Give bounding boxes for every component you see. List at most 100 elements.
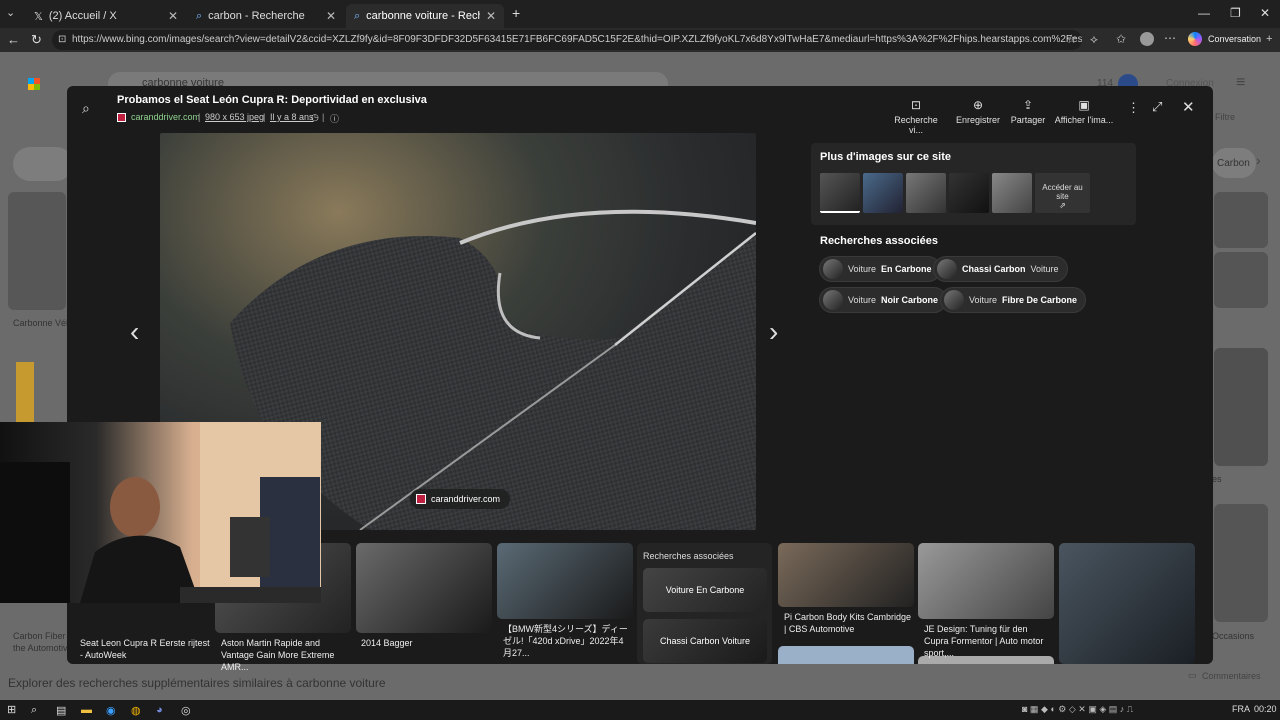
share-button[interactable]: ⇪ Partager bbox=[998, 98, 1058, 125]
watermark-text: caranddriver.com bbox=[431, 494, 501, 504]
profile-avatar[interactable] bbox=[1140, 32, 1154, 46]
copilot-icon[interactable] bbox=[1188, 32, 1202, 46]
favorite-star-icon[interactable]: ☆ bbox=[1066, 32, 1077, 46]
edge-icon[interactable]: ◉ bbox=[106, 704, 116, 717]
comments-icon[interactable]: ▭ bbox=[1188, 670, 1197, 681]
related-chip[interactable]: Chassi Carbon Voiture bbox=[933, 256, 1068, 282]
tab-list-icon[interactable]: ⌄ bbox=[6, 6, 15, 19]
left-bottom-caption-1: Carbon Fiber L bbox=[13, 631, 74, 641]
favorites-icon[interactable]: ✩ bbox=[1116, 32, 1126, 46]
view-image-button[interactable]: ▣ Afficher l'ima... bbox=[1054, 98, 1114, 125]
visual-search-button[interactable]: ⊡ Recherche vi... bbox=[886, 98, 946, 135]
grid-image-6[interactable] bbox=[918, 543, 1054, 619]
related-chip[interactable]: Voiture En Carbone bbox=[819, 256, 941, 282]
language-indicator[interactable]: FRA bbox=[1232, 704, 1250, 714]
expand-icon[interactable]: ⤢ bbox=[1152, 99, 1162, 115]
obs-icon[interactable]: ◎ bbox=[181, 704, 191, 717]
site-thumb-2[interactable] bbox=[863, 173, 903, 213]
grid-image-5[interactable] bbox=[778, 543, 914, 607]
grid-caption[interactable]: Seat Leon Cupra R Eerste rijtest - AutoW… bbox=[80, 637, 210, 661]
image-watermark[interactable]: caranddriver.com bbox=[410, 489, 511, 509]
clock[interactable]: 00:20 bbox=[1254, 704, 1277, 714]
source-link[interactable]: caranddriver.com bbox=[131, 112, 200, 122]
tray-icons[interactable]: ◙ ▦ ◆ ◐ ⚙ ◇ ✕ ▣ ◈ ▤ ♪ ⎍ bbox=[1022, 704, 1133, 715]
image-title[interactable]: Probamos el Seat León Cupra R: Deportivi… bbox=[117, 94, 427, 106]
chrome-icon[interactable]: ◍ bbox=[131, 704, 141, 717]
tab-x[interactable]: 𝕏 (2) Accueil / X ✕ bbox=[26, 4, 186, 28]
prev-image-chevron-icon[interactable]: ‹ bbox=[130, 316, 139, 348]
related-chip[interactable]: Voiture Noir Carbone bbox=[819, 287, 948, 313]
webcam-overlay bbox=[0, 422, 321, 603]
close-window-button[interactable]: ✕ bbox=[1260, 6, 1270, 20]
discord-icon[interactable]: ◕ bbox=[156, 704, 163, 716]
site-thumb-1[interactable] bbox=[820, 173, 860, 213]
chip-thumb bbox=[937, 259, 957, 279]
right-thumb-1[interactable] bbox=[1214, 192, 1268, 248]
watermark-favicon bbox=[416, 494, 426, 504]
grid-image-4[interactable] bbox=[497, 543, 633, 619]
right-chip[interactable]: Carbon bbox=[1212, 148, 1256, 178]
back-button[interactable]: ← bbox=[7, 32, 20, 47]
related-card-item[interactable]: Voiture En Carbone bbox=[643, 568, 767, 612]
external-link-icon: ⇗ bbox=[1059, 201, 1066, 210]
windows-start-icon[interactable]: ⊞ bbox=[7, 703, 16, 716]
more-menu-icon[interactable]: ⋯ bbox=[1164, 31, 1176, 45]
grid-image-7[interactable] bbox=[1059, 543, 1195, 664]
grid-caption[interactable]: JE Design: Tuning für den Cupra Formento… bbox=[924, 623, 1054, 659]
right-thumb-2[interactable] bbox=[1214, 252, 1268, 308]
close-modal-icon[interactable]: ✕ bbox=[1182, 98, 1195, 116]
search-icon[interactable]: ⌕ bbox=[31, 704, 37, 717]
chevron-right-icon[interactable]: › bbox=[1256, 152, 1261, 168]
comments-link[interactable]: Commentaires bbox=[1202, 671, 1261, 681]
maximize-button[interactable]: ❐ bbox=[1230, 6, 1241, 20]
url-field[interactable]: ⊡ https://www.bing.com/images/search?vie… bbox=[52, 30, 1082, 50]
grid-caption[interactable]: 2014 Bagger bbox=[361, 637, 491, 649]
conversation-label[interactable]: Conversation bbox=[1208, 34, 1261, 44]
site-thumb-5[interactable] bbox=[992, 173, 1032, 213]
more-options-icon[interactable]: ⋮ bbox=[1127, 100, 1140, 116]
image-size[interactable]: 980 x 653 jpeg bbox=[205, 112, 264, 122]
refresh-button[interactable]: ↻ bbox=[31, 32, 42, 48]
tab-label: carbonne voiture - Recherche Ima bbox=[366, 10, 480, 22]
close-icon[interactable]: ✕ bbox=[486, 9, 496, 23]
extensions-icon[interactable]: ⟡ bbox=[1090, 32, 1098, 47]
grid-caption[interactable]: 【BMW新型4シリーズ】ディーゼル!「420d xDrive」2022年4月27… bbox=[503, 623, 631, 659]
webcam-person-illustration bbox=[0, 422, 321, 603]
lens-icon: ⊡ bbox=[910, 98, 922, 112]
site-thumb-4[interactable] bbox=[949, 173, 989, 213]
site-thumb-3[interactable] bbox=[906, 173, 946, 213]
close-icon[interactable]: ✕ bbox=[168, 9, 178, 23]
visit-site-button[interactable]: Accéder au site ⇗ bbox=[1035, 173, 1090, 213]
related-chip[interactable]: Voiture Fibre De Carbone bbox=[940, 287, 1087, 313]
left-thumb[interactable] bbox=[8, 192, 66, 310]
left-bottom-caption-2: the Automotiv bbox=[13, 643, 68, 653]
right-thumb-3[interactable] bbox=[1214, 348, 1268, 466]
widgets-icon[interactable]: ▤ bbox=[56, 704, 66, 717]
hamburger-menu-icon[interactable]: ≡ bbox=[1236, 74, 1245, 92]
minimize-button[interactable]: — bbox=[1198, 6, 1210, 20]
grid-image-3[interactable] bbox=[356, 543, 492, 633]
file-explorer-icon[interactable]: ▬ bbox=[81, 704, 92, 716]
new-tab-button[interactable]: + bbox=[512, 5, 520, 21]
tab-label: carbon - Recherche bbox=[208, 10, 305, 22]
left-chip[interactable] bbox=[13, 147, 73, 181]
filter-button[interactable]: Filtre bbox=[1215, 112, 1235, 122]
right-thumb-4[interactable] bbox=[1214, 504, 1268, 622]
tab-carbon[interactable]: ⌕ carbon - Recherche ✕ bbox=[188, 4, 344, 28]
next-image-chevron-icon[interactable]: › bbox=[769, 316, 778, 348]
chip-thumb bbox=[823, 259, 843, 279]
taskbar: ⊞ ⌕ ▤ ▬ ◉ ◍ ◕ ◎ ◙ ▦ ◆ ◐ ⚙ ◇ ✕ ▣ ◈ ▤ ♪ ⎍ … bbox=[0, 700, 1280, 720]
tab-carbonne-voiture[interactable]: ⌕ carbonne voiture - Recherche Ima ✕ bbox=[346, 4, 504, 28]
grid-caption[interactable]: Aston Martin Rapide and Vantage Gain Mor… bbox=[221, 637, 351, 673]
related-card-item[interactable]: Chassi Carbon Voiture bbox=[643, 619, 767, 663]
close-icon[interactable]: ✕ bbox=[326, 9, 336, 23]
info-icon[interactable]: ⓘ bbox=[330, 112, 339, 125]
related-searches-title: Recherches associées bbox=[820, 235, 939, 247]
meta-separator: | bbox=[263, 112, 266, 122]
grid-image-8[interactable] bbox=[778, 646, 914, 664]
image-age[interactable]: Il y a 8 ans bbox=[270, 112, 314, 122]
grid-caption[interactable]: Pi Carbon Body Kits Cambridge | CBS Auto… bbox=[784, 611, 914, 635]
sidebar-add-icon[interactable]: + bbox=[1266, 33, 1272, 45]
microsoft-logo-icon[interactable] bbox=[28, 78, 40, 90]
visual-search-icon[interactable]: ⌕ bbox=[82, 100, 90, 117]
